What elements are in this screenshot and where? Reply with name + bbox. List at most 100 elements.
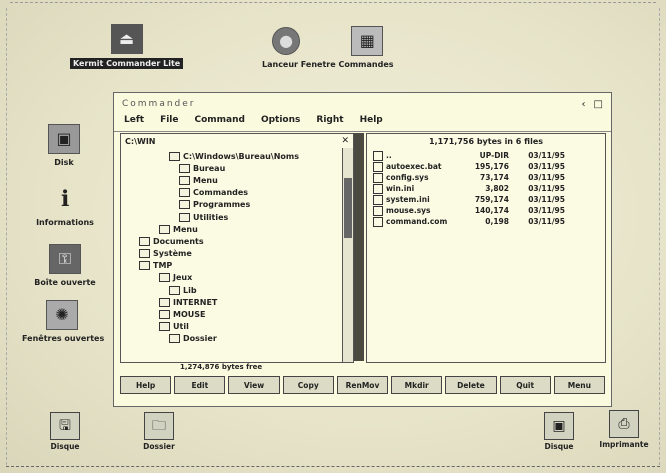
file-icon bbox=[373, 172, 383, 183]
tree-item[interactable]: Documents bbox=[129, 235, 339, 247]
fkey-delete-button[interactable]: Delete bbox=[445, 376, 497, 394]
folder-icon: 🗀 bbox=[144, 412, 174, 440]
tree-item[interactable]: Lib bbox=[129, 284, 339, 296]
desktop-icon-folder[interactable]: 🗀 Dossier bbox=[134, 412, 184, 451]
box-icon: ⚿ bbox=[49, 244, 81, 274]
file-row[interactable]: config.sys 73,174 03/11/95 bbox=[373, 172, 601, 183]
file-row[interactable]: autoexec.bat 195,176 03/11/95 bbox=[373, 161, 601, 172]
left-pane[interactable]: C:\WIN ✕ C:\Windows\Bureau\Noms Bureau M… bbox=[120, 133, 354, 363]
folder-icon bbox=[139, 236, 150, 246]
tree-item[interactable]: Menu bbox=[129, 223, 339, 235]
right-pane-header: 1,171,756 bytes in 6 files bbox=[429, 137, 543, 146]
printer-icon: ⎙ bbox=[609, 410, 639, 438]
pane-divider[interactable] bbox=[354, 133, 364, 361]
tree-item[interactable]: Dossier bbox=[129, 333, 339, 345]
tree-item[interactable]: Util bbox=[129, 321, 339, 333]
folder-icon bbox=[179, 212, 190, 222]
folder-icon bbox=[159, 310, 170, 320]
folder-icon bbox=[159, 322, 170, 332]
fkey-mkdir-button[interactable]: Mkdir bbox=[391, 376, 443, 394]
fkey-menu-button[interactable]: Menu bbox=[553, 376, 605, 394]
screen-frame-right bbox=[659, 8, 660, 465]
menu-file[interactable]: File bbox=[160, 115, 178, 131]
file-row[interactable]: system.ini 759,174 03/11/95 bbox=[373, 194, 601, 205]
file-icon bbox=[373, 194, 383, 205]
drive-icon: ⏏ bbox=[110, 24, 143, 54]
directory-tree: C:\Windows\Bureau\Noms Bureau Menu Comma… bbox=[129, 150, 339, 345]
function-key-bar: Help Edit View Copy RenMov Mkdir Delete … bbox=[120, 376, 605, 394]
fkey-help-button[interactable]: Help bbox=[120, 376, 172, 394]
tree-item[interactable]: MOUSE bbox=[129, 308, 339, 320]
tree-item[interactable]: Programmes bbox=[129, 199, 339, 211]
desktop-icon-floppy[interactable]: 🖫 Disque bbox=[40, 412, 90, 451]
folder-icon bbox=[169, 334, 180, 344]
folder-icon bbox=[179, 188, 190, 198]
fkey-view-button[interactable]: View bbox=[228, 376, 280, 394]
menu-left[interactable]: Left bbox=[124, 115, 144, 131]
screen-frame-bottom bbox=[6, 464, 660, 467]
right-pane[interactable]: 1,171,756 bytes in 6 files .. UP-DIR 03/11… bbox=[366, 133, 606, 363]
desktop-icon-windows[interactable]: ✺ Fenêtres ouvertes bbox=[22, 300, 104, 343]
tree-item[interactable]: Bureau bbox=[129, 162, 339, 174]
folder-icon bbox=[159, 297, 170, 307]
file-icon bbox=[373, 205, 383, 216]
left-pane-status: 1,274,876 bytes free bbox=[180, 363, 263, 371]
menu-bar: Left File Command Options Right Help bbox=[114, 115, 611, 132]
disk-icon: ▣ bbox=[48, 124, 80, 154]
file-list: .. UP-DIR 03/11/95 autoexec.bat 195,176 03/1… bbox=[373, 150, 601, 227]
menu-options[interactable]: Options bbox=[261, 115, 300, 131]
info-icon: ℹ bbox=[60, 187, 70, 212]
window-icon: ✺ bbox=[46, 300, 78, 330]
folder-icon bbox=[139, 249, 150, 259]
floppy-icon: 🖫 bbox=[50, 412, 80, 440]
file-row[interactable]: mouse.sys 140,174 03/11/95 bbox=[373, 205, 601, 216]
desktop-icon-commander[interactable]: ⏏ Kermit Commander Lite bbox=[70, 24, 184, 69]
file-icon bbox=[373, 216, 383, 227]
desktop-icon-info[interactable]: ℹ Informations bbox=[30, 186, 100, 227]
desktop-icon-launcher[interactable]: ● ▦ Lanceur Fenetre Commandes bbox=[262, 26, 394, 69]
folder-icon bbox=[169, 151, 180, 161]
desktop-icon-printer[interactable]: ⎙ Imprimante bbox=[596, 410, 652, 449]
folder-icon bbox=[179, 163, 190, 173]
tree-item[interactable]: Utilities bbox=[129, 211, 339, 223]
fkey-quit-button[interactable]: Quit bbox=[499, 376, 551, 394]
menu-help[interactable]: Help bbox=[360, 115, 383, 131]
commander-window[interactable]: Commander ‹ □ Left File Command Options … bbox=[113, 92, 612, 407]
file-icon bbox=[373, 183, 383, 194]
tree-item[interactable]: INTERNET bbox=[129, 296, 339, 308]
disc-icon: ● bbox=[272, 27, 301, 55]
desktop-icon-save[interactable]: ▣ Disque bbox=[534, 412, 584, 451]
file-row[interactable]: command.com 0,198 03/11/95 bbox=[373, 216, 601, 227]
left-pane-scrollbar[interactable] bbox=[342, 148, 353, 362]
file-row[interactable]: win.ini 3,802 03/11/95 bbox=[373, 183, 601, 194]
tree-item[interactable]: C:\Windows\Bureau\Noms bbox=[129, 150, 339, 162]
left-pane-path: C:\WIN bbox=[125, 137, 156, 146]
tree-item[interactable]: Commandes bbox=[129, 187, 339, 199]
minimize-icon[interactable]: ‹ bbox=[582, 99, 586, 110]
folder-icon bbox=[139, 261, 150, 271]
close-icon[interactable]: ✕ bbox=[341, 136, 349, 146]
folder-icon bbox=[179, 175, 190, 185]
folder-icon bbox=[179, 200, 190, 210]
file-icon bbox=[373, 161, 383, 172]
window-title: Commander bbox=[122, 99, 196, 109]
desktop: ⏏ Kermit Commander Lite ● ▦ Lanceur Fene… bbox=[0, 0, 666, 473]
tree-item[interactable]: Jeux bbox=[129, 272, 339, 284]
fkey-edit-button[interactable]: Edit bbox=[174, 376, 226, 394]
title-bar[interactable]: Commander ‹ □ bbox=[114, 93, 611, 115]
desktop-icon-box[interactable]: ⚿ Boîte ouverte bbox=[28, 244, 102, 287]
desktop-icon-disk[interactable]: ▣ Disk bbox=[34, 124, 94, 167]
screen-frame-left bbox=[6, 8, 7, 465]
fkey-renmov-button[interactable]: RenMov bbox=[336, 376, 389, 394]
scrollbar-thumb[interactable] bbox=[344, 178, 352, 238]
maximize-icon[interactable]: □ bbox=[594, 99, 603, 110]
menu-command[interactable]: Command bbox=[194, 115, 244, 131]
menu-right[interactable]: Right bbox=[316, 115, 343, 131]
tree-item[interactable]: Menu bbox=[129, 174, 339, 186]
file-row[interactable]: .. UP-DIR 03/11/95 bbox=[373, 150, 601, 161]
grid-icon: ▦ bbox=[351, 26, 384, 56]
fkey-copy-button[interactable]: Copy bbox=[282, 376, 334, 394]
folder-icon bbox=[159, 224, 170, 234]
tree-item[interactable]: TMP bbox=[129, 260, 339, 272]
tree-item[interactable]: Système bbox=[129, 248, 339, 260]
